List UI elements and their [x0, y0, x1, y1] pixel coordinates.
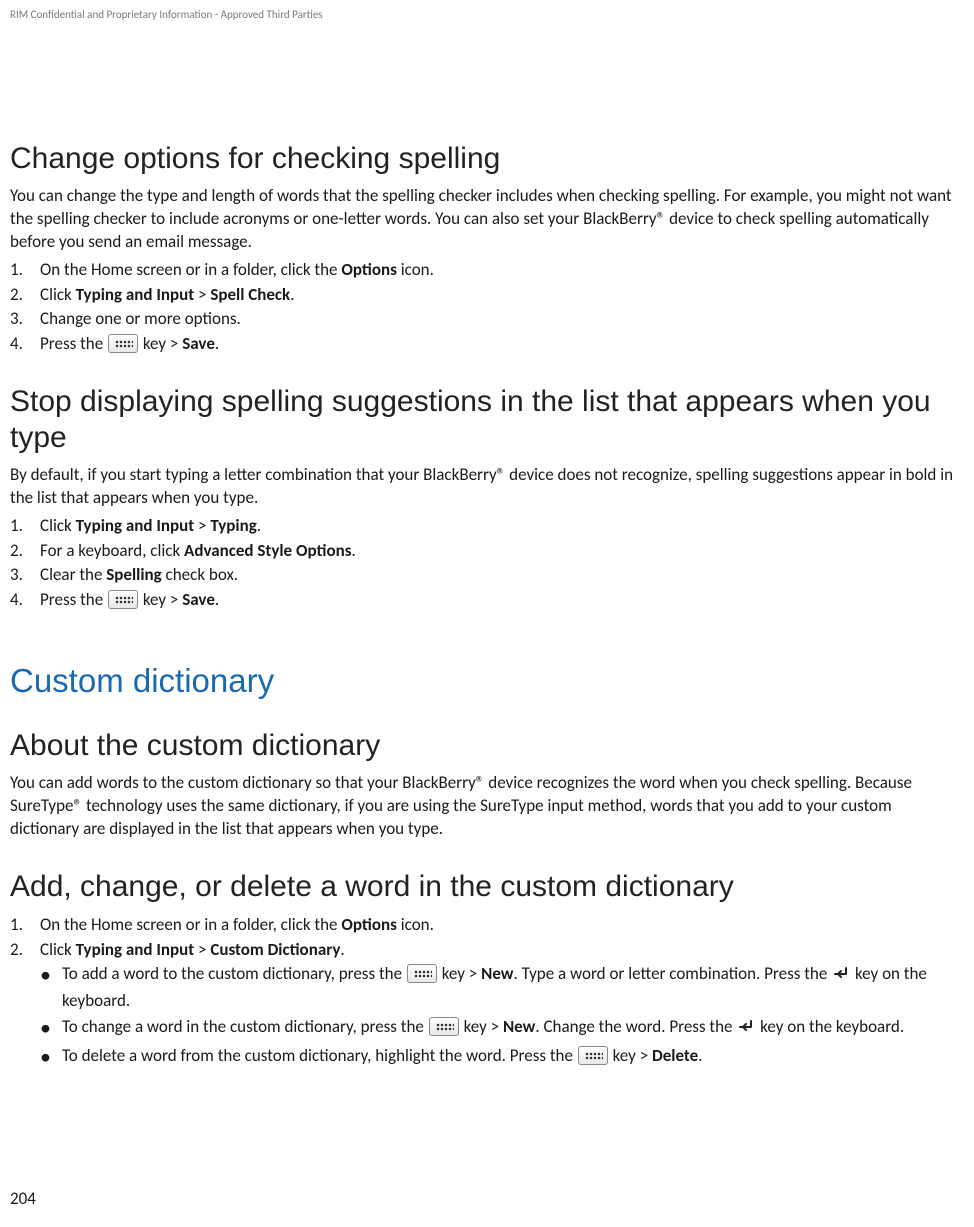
confidential-header: RIM Confidential and Proprietary Informa… [10, 8, 964, 21]
bold-custom-dict: Custom Dictionary [210, 939, 340, 960]
intro-change-options: You can change the type and length of wo… [10, 185, 964, 254]
heading-custom-dictionary: Custom dictionary [10, 662, 964, 700]
text: > [194, 939, 210, 960]
text: Click [40, 284, 76, 305]
step-item: Press the key > Save. [10, 332, 964, 356]
text: Change one or more options. [40, 308, 241, 329]
bold-options: Options [341, 914, 397, 935]
text: . [215, 333, 219, 354]
step-item: On the Home screen or in a folder, click… [10, 258, 964, 282]
text: On the Home screen or in a folder, click… [40, 914, 341, 935]
bold-save: Save [182, 333, 215, 354]
step-item: Press the key > Save. [10, 588, 964, 612]
text: . [290, 284, 294, 305]
text: key > [438, 963, 481, 984]
step-item: On the Home screen or in a folder, click… [10, 913, 964, 937]
page-number: 204 [10, 1188, 36, 1209]
step-item: For a keyboard, click Advanced Style Opt… [10, 539, 964, 563]
bold-typing-input: Typing and Input [76, 939, 195, 960]
text: Clear the [40, 564, 106, 585]
menu-key-icon [429, 1017, 459, 1036]
steps-change-options: On the Home screen or in a folder, click… [10, 258, 964, 356]
heading-about-custom-dict: About the custom dictionary [10, 728, 964, 764]
heading-add-change-delete: Add, change, or delete a word in the cus… [10, 869, 964, 905]
text: To change a word in the custom dictionar… [62, 1016, 428, 1037]
body-about-custom-dict: You can add words to the custom dictiona… [10, 772, 964, 841]
step-item: Click Typing and Input > Custom Dictiona… [10, 938, 964, 962]
bold-spell-check: Spell Check [210, 284, 290, 305]
text: . [352, 540, 356, 561]
bullet-item: To add a word to the custom dictionary, … [40, 962, 964, 1013]
text: key > [139, 589, 182, 610]
text: icon. [397, 259, 434, 280]
intro-stop-suggestions: By default, if you start typing a letter… [10, 464, 964, 510]
step-item: Click Typing and Input > Typing. [10, 514, 964, 538]
text: key on the keyboard. [756, 1016, 904, 1037]
bold-options: Options [341, 259, 397, 280]
menu-key-icon [108, 590, 138, 609]
bullet-item: To delete a word from the custom diction… [40, 1044, 964, 1068]
text: . [257, 515, 261, 536]
text: . [340, 939, 344, 960]
menu-key-icon [407, 964, 437, 983]
heading-change-options: Change options for checking spelling [10, 141, 964, 177]
text: To add a word to the custom dictionary, … [62, 963, 406, 984]
menu-key-icon [578, 1046, 608, 1065]
text: key > [139, 333, 182, 354]
bold-new: New [503, 1016, 535, 1037]
text: To delete a word from the custom diction… [62, 1045, 577, 1066]
text: check box. [162, 564, 238, 585]
text: Press the [40, 333, 107, 354]
text: . Change the word. Press the [535, 1016, 736, 1037]
enter-key-icon [737, 1018, 755, 1042]
enter-key-icon [832, 965, 850, 989]
bold-typing-input: Typing and Input [76, 515, 195, 536]
text: Press the [40, 589, 107, 610]
bold-save: Save [182, 589, 215, 610]
text: . [215, 589, 219, 610]
bold-delete: Delete [652, 1045, 698, 1066]
text: . [698, 1045, 702, 1066]
menu-key-icon [108, 334, 138, 353]
bold-typing: Typing [210, 515, 256, 536]
steps-stop-suggestions: Click Typing and Input > Typing. For a k… [10, 514, 964, 612]
bold-typing-input: Typing and Input [76, 284, 195, 305]
text: On the Home screen or in a folder, click… [40, 259, 341, 280]
text: Click [40, 515, 76, 536]
text: > [194, 515, 210, 536]
bold-new: New [481, 963, 513, 984]
bullet-item: To change a word in the custom dictionar… [40, 1015, 964, 1042]
bold-adv-style: Advanced Style Options [184, 540, 351, 561]
step-item: Click Typing and Input > Spell Check. [10, 283, 964, 307]
text: For a keyboard, click [40, 540, 184, 561]
text: icon. [397, 914, 434, 935]
text: key > [609, 1045, 652, 1066]
text: Click [40, 939, 76, 960]
text: key > [460, 1016, 503, 1037]
bullets-add-change-delete: To add a word to the custom dictionary, … [40, 962, 964, 1067]
text: > [194, 284, 210, 305]
steps-add-change-delete: On the Home screen or in a folder, click… [10, 913, 964, 962]
step-item: Clear the Spelling check box. [10, 563, 964, 587]
heading-stop-suggestions: Stop displaying spelling suggestions in … [10, 384, 964, 456]
step-item: Change one or more options. [10, 307, 964, 331]
bold-spelling: Spelling [106, 564, 161, 585]
text: . Type a word or letter combination. Pre… [513, 963, 831, 984]
